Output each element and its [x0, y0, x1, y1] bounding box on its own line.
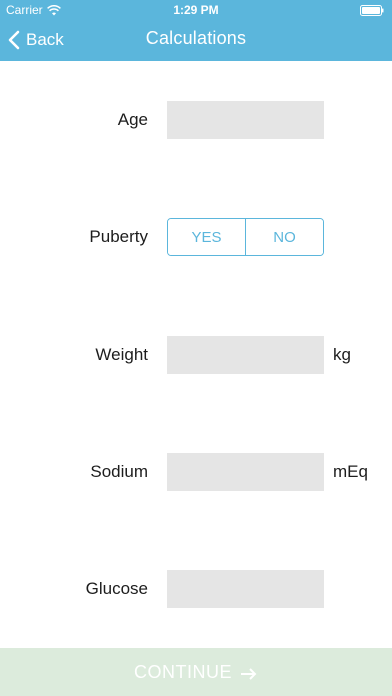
- sodium-input[interactable]: [167, 453, 324, 491]
- puberty-row: Puberty YES NO: [0, 218, 392, 256]
- arrow-right-icon: [240, 665, 258, 680]
- puberty-label: Puberty: [89, 227, 148, 246]
- sodium-unit: mEq: [333, 462, 368, 481]
- continue-button[interactable]: CONTINUE: [0, 648, 392, 696]
- nav-bar: Back Calculations: [0, 20, 392, 61]
- puberty-segmented-control: YES NO: [167, 218, 324, 256]
- weight-unit: kg: [333, 345, 351, 364]
- status-time: 1:29 PM: [173, 3, 219, 17]
- glucose-row: Glucose: [0, 570, 392, 608]
- age-label: Age: [117, 110, 148, 129]
- sodium-label: Sodium: [90, 462, 148, 481]
- age-row: Age: [0, 101, 392, 139]
- glucose-input[interactable]: [167, 570, 324, 608]
- weight-row: Weight kg: [0, 336, 392, 374]
- continue-label: CONTINUE: [134, 661, 232, 682]
- page-title: Calculations: [145, 28, 247, 48]
- sodium-row: Sodium mEq: [0, 453, 392, 491]
- status-bar: Carrier 1:29 PM: [0, 0, 392, 20]
- header: Carrier 1:29 PM Back Calculations: [0, 0, 392, 61]
- age-input[interactable]: [167, 101, 324, 139]
- glucose-label: Glucose: [85, 579, 148, 598]
- weight-input[interactable]: [167, 336, 324, 374]
- puberty-yes-option[interactable]: YES: [168, 219, 245, 255]
- weight-label: Weight: [95, 345, 148, 364]
- puberty-no-option[interactable]: NO: [245, 219, 323, 255]
- battery-icon: [360, 5, 384, 16]
